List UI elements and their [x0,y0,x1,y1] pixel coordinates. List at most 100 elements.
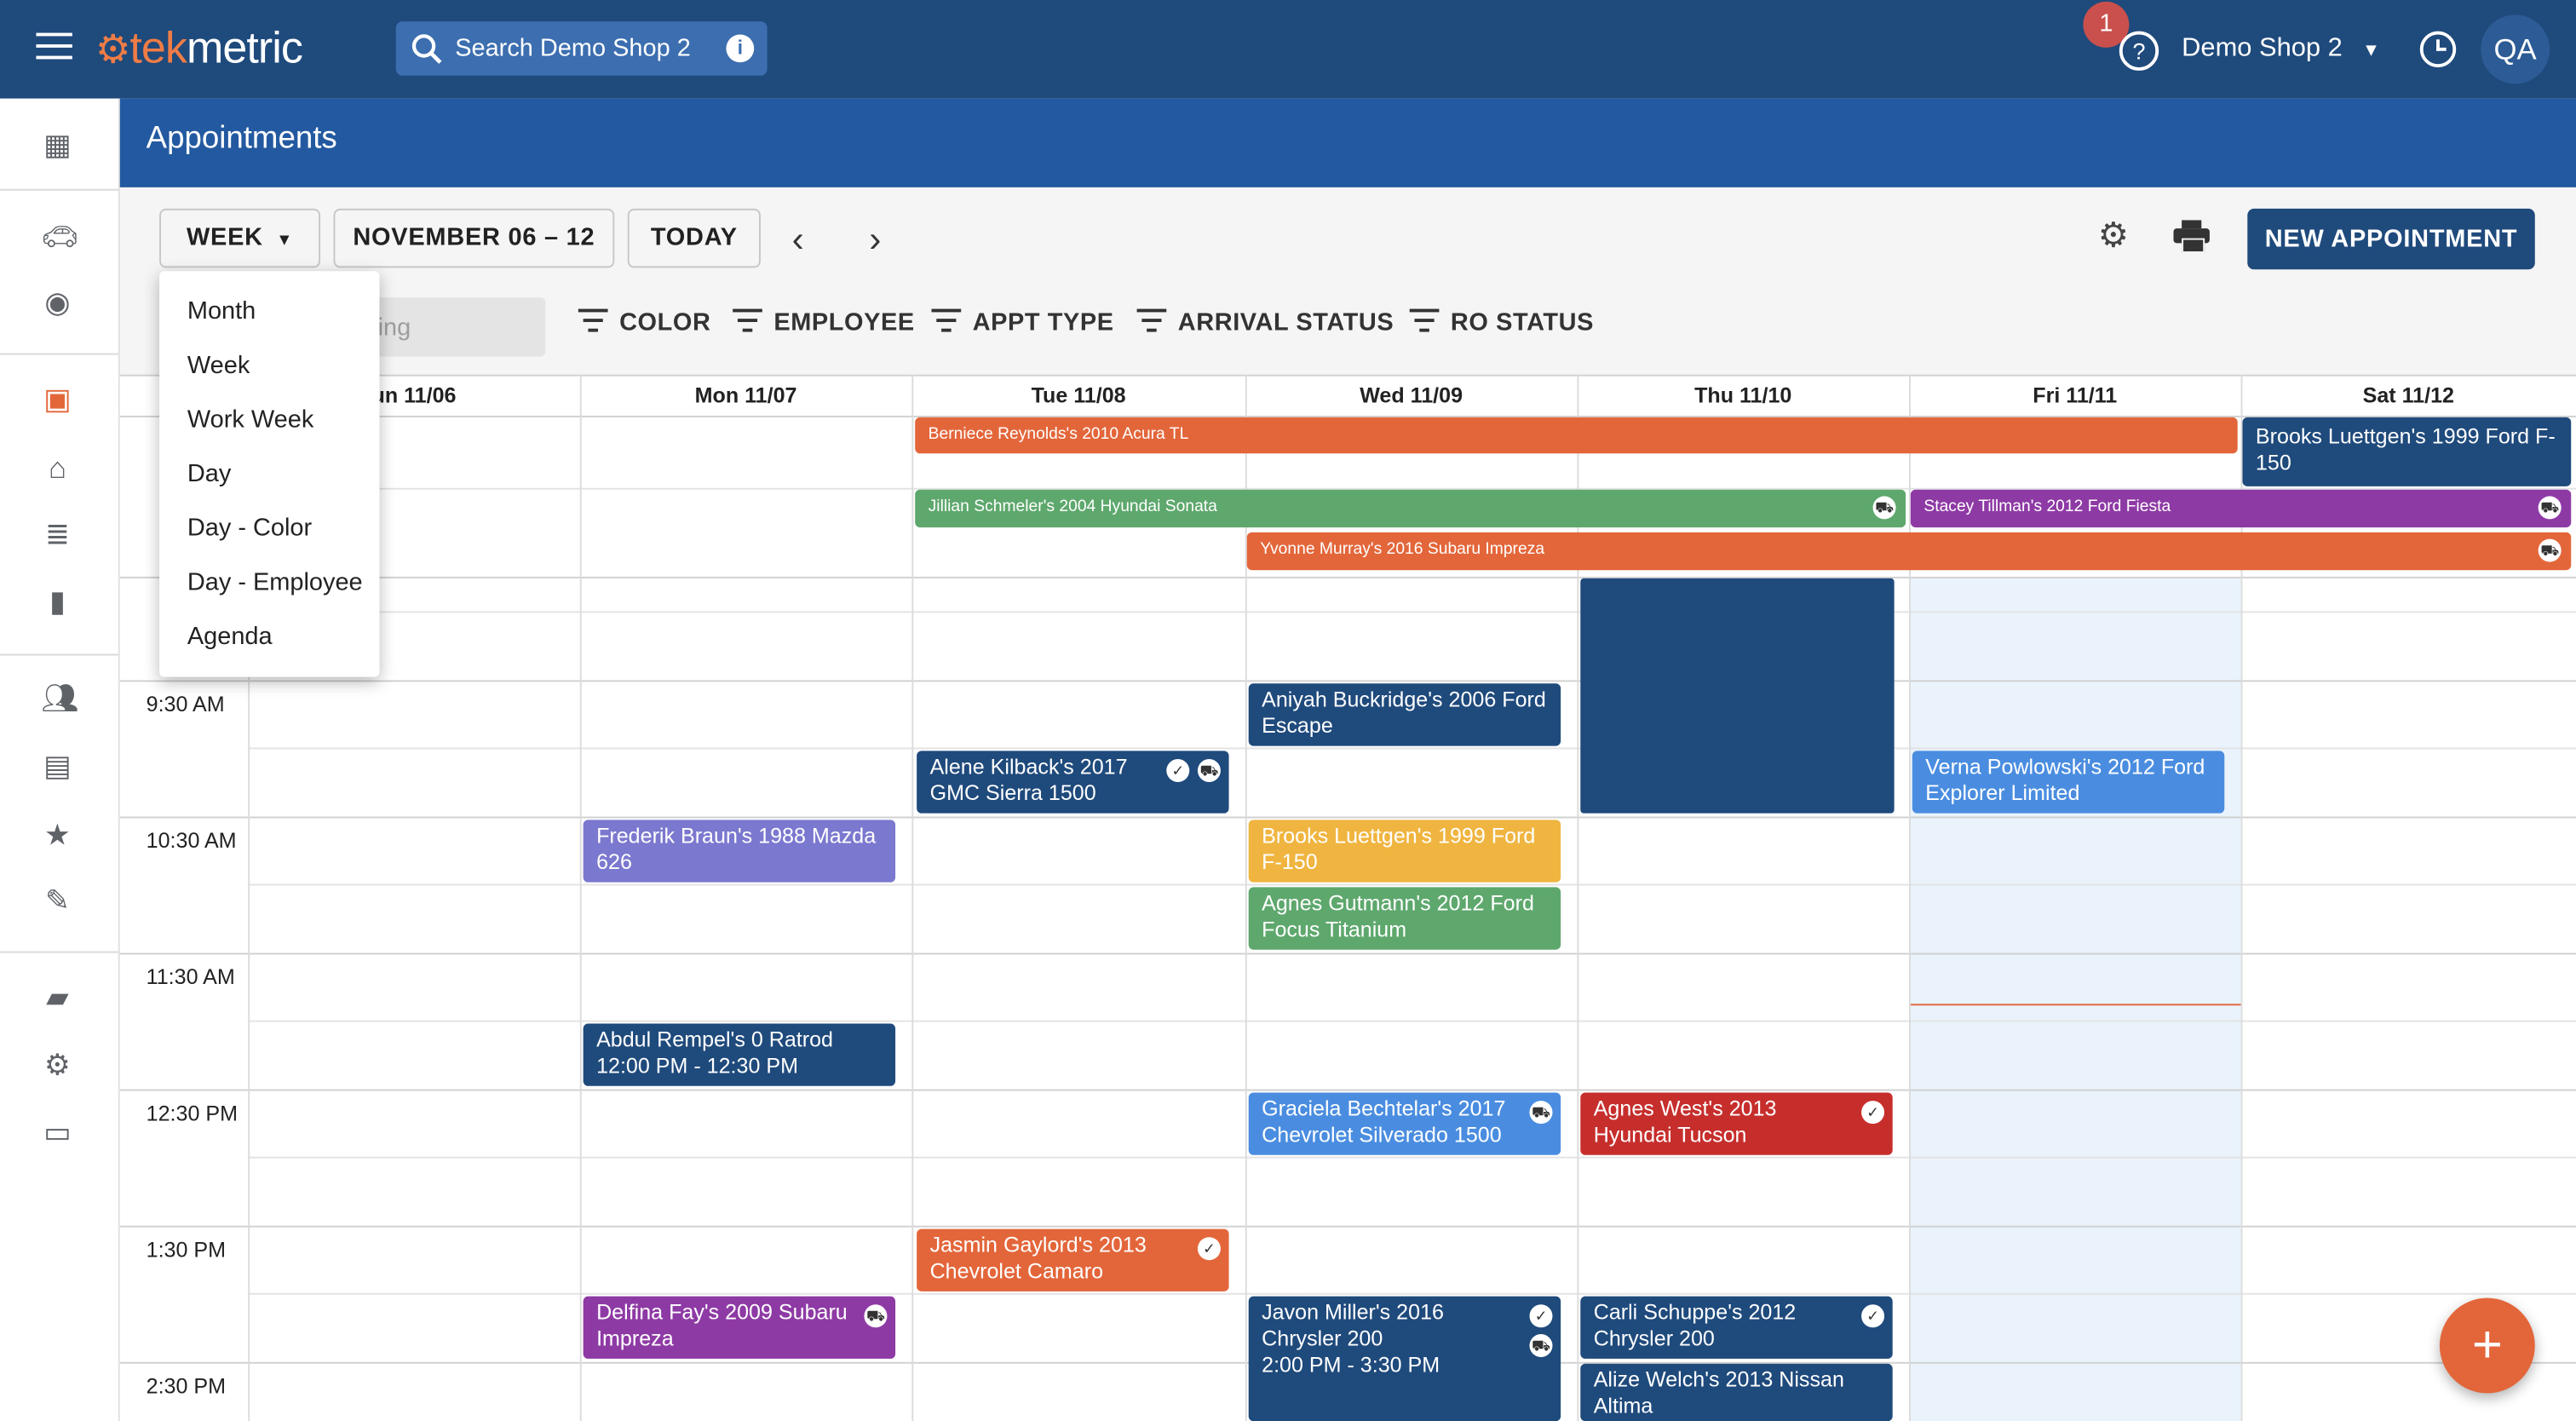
people-icon[interactable]: 👥︎ [41,682,78,715]
info-icon[interactable]: i [726,34,755,63]
car-status-icon: ⛟ [1529,1333,1553,1357]
check-icon: ✓ [1861,1101,1885,1125]
appointment-card[interactable]: Agnes West's 2013 Hyundai Tucson ✓ [1580,1092,1893,1155]
appointment-card[interactable]: Delfina Fay's 2009 Subaru Impreza ⛟ [583,1296,896,1359]
global-search[interactable]: Search Demo Shop 2 i [395,21,768,76]
appointment-card[interactable]: Javon Miller's 2016 Chrysler 200 2:00 PM … [1248,1296,1561,1421]
menu-icon[interactable] [36,32,72,63]
settings-gear-icon[interactable]: ⚙ [2098,216,2129,256]
filter-label: EMPLOYEE [773,308,915,337]
week-calendar: un 11/06 Mon 11/07 Tue 11/08 Wed 11/09 T… [119,374,2576,1421]
view-label: WEEK [186,223,263,252]
filter-ro-status[interactable]: RO STATUS [1409,309,1594,337]
menu-item-day[interactable]: Day [187,460,231,488]
check-icon: ✓ [1529,1304,1553,1328]
folder-person-icon[interactable]: ▰ [41,981,74,1014]
view-select-button[interactable]: WEEK ▼ [159,208,321,268]
shop-selector[interactable]: Demo Shop 2 ▼ [2182,34,2380,64]
previous-week-icon[interactable]: ‹ [792,218,804,261]
appointment-card[interactable]: Stacey Tillman's 2012 Ford Fiesta ⛟ [1910,489,2572,528]
dashboard-icon[interactable]: ▦ [41,128,74,161]
current-time-indicator [1910,1004,2241,1006]
add-fab-button[interactable]: + [2439,1297,2535,1394]
appointment-card[interactable]: Alize Welch's 2013 Nissan Altima [1580,1363,1893,1421]
next-week-icon[interactable]: › [869,218,881,261]
appointment-card[interactable]: Agnes Gutmann's 2012 Ford Focus Titanium [1248,887,1561,950]
clock-icon[interactable] [2419,31,2457,68]
appointment-title: Aniyah Buckridge's 2006 Ford Escape [1262,687,1546,738]
brand-prefix: tek [129,22,187,72]
menu-item-work-week[interactable]: Work Week [187,406,313,434]
help-icon[interactable]: ? [2119,31,2159,71]
star-icon[interactable]: ★ [41,818,74,851]
calendar-icon[interactable]: ▣ [41,383,74,416]
new-appointment-button[interactable]: NEW APPOINTMENT [2247,208,2535,270]
appointment-title: Yvonne Murray's 2016 Subaru Impreza [1260,540,1545,559]
menu-item-month[interactable]: Month [187,297,256,325]
search-input-text: ing [377,314,411,342]
appointment-card[interactable]: Jasmin Gaylord's 2013 Chevrolet Camaro ✓ [917,1228,1229,1292]
clipboard-edit-icon[interactable]: ✎ [41,884,74,918]
menu-item-day-color[interactable]: Day - Color [187,515,312,543]
appointment-card[interactable]: Carli Schuppe's 2012 Chrysler 200 ✓ [1580,1296,1893,1359]
store-icon[interactable]: ▤ [41,749,74,782]
day-header[interactable]: Thu 11/10 [1577,375,1909,416]
appointment-card[interactable]: Alene Kilback's 2017 GMC Sierra 1500 ✓ ⛟ [917,751,1229,814]
car-icon[interactable]: 🚗︎ [41,220,78,253]
appointment-title: Alize Welch's 2013 Nissan Altima [1593,1366,1844,1418]
garage-icon[interactable]: ⌂ [41,452,74,485]
appointment-title: Alene Kilback's 2017 GMC Sierra 1500 [929,754,1128,805]
user-avatar[interactable]: QA [2481,14,2550,84]
appointment-title: Jasmin Gaylord's 2013 Chevrolet Camaro [929,1232,1147,1284]
filter-arrival-status[interactable]: ARRIVAL STATUS [1136,308,1394,337]
sidebar: ▦ 🚗︎ ◉ ▣ ⌂ ≣ ▮ 👥︎ ▤ ★ ✎ ▰ ⚙ ▭ [0,98,120,1421]
day-header[interactable]: Tue 11/08 [911,375,1245,416]
chevron-down-icon: ▼ [2361,41,2380,61]
appointment-card[interactable]: Abdul Rempel's 0 Ratrod 12:00 PM - 12:30 … [583,1023,896,1086]
menu-item-day-employee[interactable]: Day - Employee [187,568,363,596]
print-icon[interactable] [2173,220,2210,253]
appointment-title: Jillian Schmeler's 2004 Hyundai Sonata [928,498,1217,516]
appointment-card[interactable]: Berniece Reynolds's 2010 Acura TL [915,417,2238,454]
menu-item-agenda[interactable]: Agenda [187,623,273,651]
filter-icon [733,308,762,332]
appointment-card[interactable]: Brooks Luettgen's 1999 Ford F-150 [2242,417,2572,486]
filter-employee[interactable]: EMPLOYEE [733,309,915,337]
compass-icon[interactable]: ◉ [41,286,74,319]
filter-appt-type[interactable]: APPT TYPE [931,309,1113,337]
filter-color[interactable]: COLOR [578,309,711,337]
blocked-time-block[interactable] [1580,578,1895,814]
today-button[interactable]: TODAY [627,208,761,268]
day-header[interactable]: Mon 11/07 [580,375,912,416]
day-header[interactable]: Wed 11/09 [1245,375,1578,416]
check-icon: ✓ [1197,1237,1221,1261]
check-icon: ✓ [1861,1304,1885,1328]
appointment-card[interactable]: Jillian Schmeler's 2004 Hyundai Sonata ⛟ [915,489,1906,528]
settings-icon[interactable]: ⚙ [41,1048,74,1081]
appointment-card[interactable]: Aniyah Buckridge's 2006 Ford Escape [1248,683,1561,746]
day-header[interactable]: Fri 11/11 [1909,375,2241,416]
appointment-title: Verna Powlowski's 2012 Ford Explorer Lim… [1925,754,2205,805]
filter-label: COLOR [619,308,711,337]
logo-gear-icon: ⚙ [95,27,130,72]
date-range-button[interactable]: NOVEMBER 06 – 12 [333,208,615,268]
appointment-card[interactable]: Verna Powlowski's 2012 Ford Explorer Lim… [1912,751,2225,814]
credit-card-icon[interactable]: ▭ [41,1115,74,1148]
appointment-card[interactable]: Graciela Bechtelar's 2017 Chevrolet Silv… [1248,1092,1561,1155]
filter-icon [1136,308,1167,332]
appointment-card[interactable]: Frederik Braun's 1988 Mazda 626 [583,820,896,883]
tekmetric-logo[interactable]: ⚙tekmetric [95,22,303,76]
menu-item-week[interactable]: Week [187,352,250,380]
time-label: 2:30 PM [146,1373,227,1399]
shop-name: Demo Shop 2 [2182,34,2343,63]
page-title: Appointments [146,121,337,157]
appointment-card[interactable]: Brooks Luettgen's 1999 Ford F-150 [1248,820,1561,883]
appointment-time: 2:00 PM - 3:30 PM [1262,1352,1440,1378]
bar-chart-icon[interactable]: ▮ [41,585,74,618]
document-list-icon[interactable]: ≣ [41,517,74,550]
day-header[interactable]: Sat 11/12 [2241,375,2576,416]
time-label: 12:30 PM [146,1101,238,1126]
view-dropdown-menu: Month Week Work Week Day Day - Color Day… [159,271,380,677]
plus-icon: + [2471,1314,2503,1374]
appointment-card[interactable]: Yvonne Murray's 2016 Subaru Impreza ⛟ [1246,532,2572,571]
